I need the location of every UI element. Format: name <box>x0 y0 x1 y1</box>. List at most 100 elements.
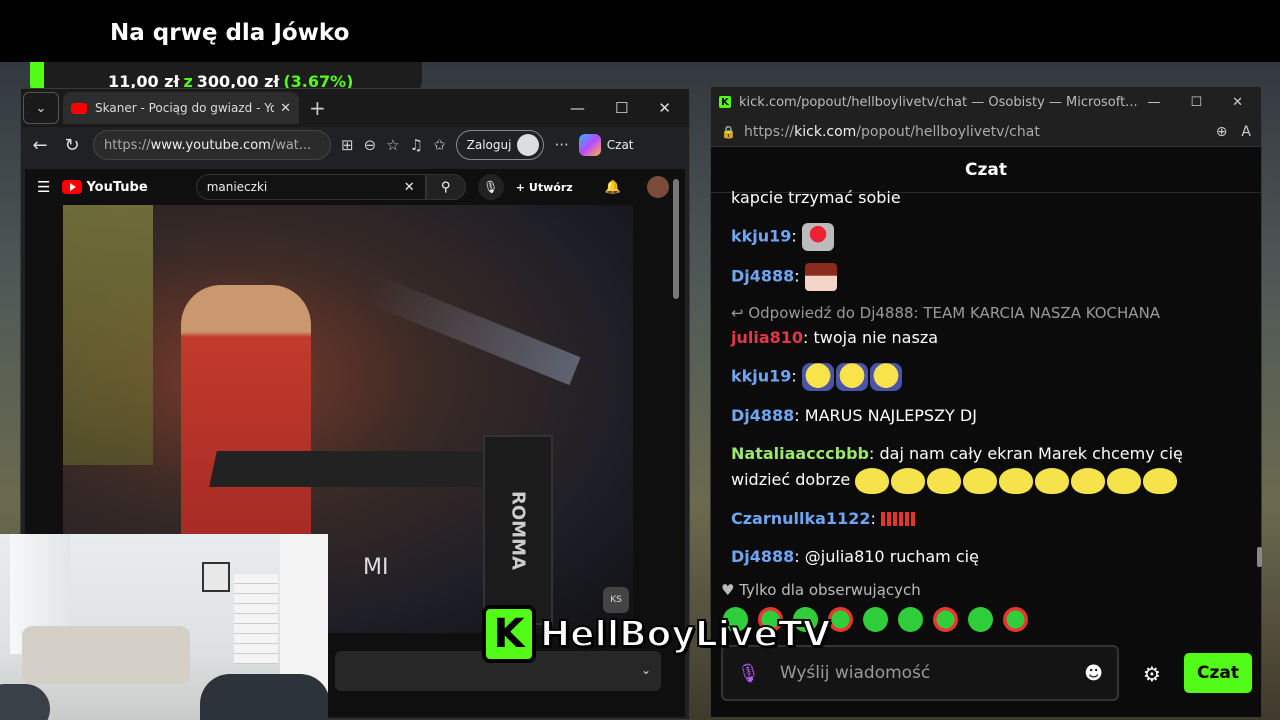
video-sign: ROMMA <box>483 435 553 625</box>
search-button[interactable]: ⚲ <box>425 174 466 200</box>
refresh-icon[interactable]: ↻ <box>61 135 83 156</box>
youtube-logo[interactable]: YouTube <box>62 180 148 195</box>
chat-username[interactable]: Dj4888 <box>731 547 794 566</box>
window-controls: — ☐ ✕ <box>570 99 689 117</box>
webcam-wall-picture <box>202 562 230 592</box>
url-prefix: https:// <box>104 137 151 153</box>
profile-avatar-icon <box>517 134 540 156</box>
close-tab-icon[interactable]: ✕ <box>280 101 291 116</box>
maximize-icon[interactable]: ☐ <box>1190 95 1202 110</box>
green-emote-icon[interactable] <box>863 607 888 632</box>
kick-logo-icon: K <box>482 605 536 663</box>
plus-icon: + <box>515 180 525 194</box>
green-emote-icon[interactable] <box>898 607 923 632</box>
zoom-in-icon[interactable]: ⊕ <box>1216 124 1228 140</box>
green-emote-icon[interactable] <box>1003 607 1028 632</box>
chat-username[interactable]: kkju19 <box>731 367 791 386</box>
send-chat-button[interactable]: Czat <box>1184 653 1252 693</box>
kick-url-prefix: https:// <box>743 123 795 140</box>
chat-message: kapcie trzymać sobie <box>731 185 1241 211</box>
search-value: manieczki <box>206 180 268 194</box>
channel-name: HellBoyLiveTV <box>539 613 831 656</box>
webcam-chair <box>200 674 328 720</box>
dj-emote-icon <box>801 223 834 251</box>
clear-search-icon[interactable]: ✕ <box>404 180 415 195</box>
mic-icon[interactable]: 🎙 <box>737 663 760 684</box>
minimize-icon[interactable]: — <box>570 99 585 117</box>
chat-username[interactable]: Nataliaacccbbb <box>731 444 869 463</box>
youtube-favicon-icon <box>71 102 87 114</box>
copilot-logo-icon <box>578 134 601 156</box>
url-rest: /wat... <box>270 137 312 153</box>
green-emote-icon[interactable] <box>933 607 958 632</box>
green-emote-icon[interactable] <box>968 607 993 632</box>
close-window-icon[interactable]: ✕ <box>658 99 671 117</box>
chat-message: kkju19: <box>731 363 1241 391</box>
favorite-star-icon[interactable]: ☆ <box>386 136 399 154</box>
tab-bar: ⌄ Skaner - Pociąg do gwiazd - YouTube ✕ … <box>21 89 689 127</box>
page-scrollbar[interactable] <box>673 179 679 299</box>
user-avatar[interactable] <box>646 176 669 198</box>
copilot-button[interactable]: Czat <box>578 134 634 156</box>
video-keyboard <box>209 451 517 487</box>
chat-username[interactable]: Czarnullka1122 <box>731 509 870 528</box>
create-button[interactable]: + Utwórz <box>516 181 573 194</box>
chat-message: Dj4888: @julia810 rucham cię <box>731 546 979 566</box>
menu-icon[interactable]: ☰ <box>37 178 50 196</box>
chat-message: kkju19: <box>731 223 1241 251</box>
search-icon: ⚲ <box>440 179 451 195</box>
message-text: MARUS NAJLEPSZY DJ <box>804 406 977 425</box>
minimize-icon[interactable]: — <box>1147 95 1160 110</box>
read-aloud-icon[interactable]: A <box>1241 124 1251 140</box>
create-label: Utwórz <box>528 180 573 194</box>
chat-username[interactable]: julia810 <box>731 328 803 347</box>
yellow-face-emote-icon <box>835 363 868 391</box>
followers-only-label: Tylko dla obserwujących <box>739 581 921 599</box>
kick-window-controls: — ☐ ✕ <box>1147 95 1253 110</box>
chat-username[interactable]: Dj4888 <box>731 267 794 286</box>
followers-only-notice: ♥ Tylko dla obserwujących <box>721 581 921 599</box>
reply-arrow-icon: ↩ <box>731 304 749 322</box>
address-bar[interactable]: https://www.youtube.com/wat... <box>93 130 331 160</box>
login-button[interactable]: Zaloguj <box>455 130 545 160</box>
chat-message: Dj4888: MARUS NAJLEPSZY DJ <box>731 406 977 425</box>
kick-favicon-icon: K <box>719 96 731 108</box>
apps-icon[interactable]: ⊞ <box>341 136 354 154</box>
emoji-picker-icon[interactable]: ☻ <box>1084 663 1103 684</box>
kick-address-bar[interactable]: 🔒 https://kick.com/popout/hellboylivetv/… <box>711 117 1261 147</box>
close-window-icon[interactable]: ✕ <box>1232 95 1243 110</box>
smile-emote-icon <box>963 467 998 494</box>
notifications-bell-icon[interactable]: 🔔 <box>605 180 621 195</box>
search-input[interactable]: manieczki ✕ <box>195 174 426 200</box>
lock-icon: 🔒 <box>721 124 736 139</box>
chat-username[interactable]: Dj4888 <box>731 406 794 425</box>
youtube-play-icon <box>62 180 83 194</box>
chat-message: ↩ Odpowiedź do Dj4888: TEAM KARCIA NASZA… <box>731 303 1241 351</box>
chat-username[interactable]: kkju19 <box>731 227 791 246</box>
webcam-box-stack <box>234 574 278 664</box>
new-tab-icon[interactable]: + <box>309 96 326 120</box>
chat-scrollbar[interactable] <box>1257 547 1262 567</box>
chat-settings-gear-icon[interactable]: ⚙ <box>1143 662 1161 686</box>
smile-emote-icon <box>891 467 926 494</box>
message-text: kapcie trzymać sobie <box>731 188 901 207</box>
webcam-sofa <box>22 626 190 684</box>
favorites-icon[interactable]: ✩ <box>433 136 446 154</box>
zoom-icon[interactable]: ⊖ <box>364 136 377 154</box>
green-emote-icon[interactable] <box>828 607 853 632</box>
video-wall-light <box>63 205 153 465</box>
kick-url-host: kick.com <box>794 123 857 140</box>
yellow-face-emote-icon <box>869 363 902 391</box>
tab-actions-button[interactable]: ⌄ <box>23 92 59 124</box>
equalizer-emote-icon <box>880 512 915 526</box>
voice-search-button[interactable]: 🎙 <box>477 174 504 200</box>
media-icon[interactable]: ♫ <box>410 136 423 154</box>
smile-emote-icon <box>855 467 890 494</box>
anime-girl-emote-icon <box>804 263 837 291</box>
browser-tab[interactable]: Skaner - Pociąg do gwiazd - YouTube ✕ <box>63 92 299 124</box>
maximize-icon[interactable]: ☐ <box>615 99 628 117</box>
more-menu-icon[interactable]: ··· <box>554 136 568 154</box>
kick-window-title: kick.com/popout/hellboylivetv/chat — Oso… <box>739 94 1138 110</box>
mic-icon: 🎙 <box>483 180 499 194</box>
back-arrow-icon[interactable]: ← <box>29 135 51 156</box>
